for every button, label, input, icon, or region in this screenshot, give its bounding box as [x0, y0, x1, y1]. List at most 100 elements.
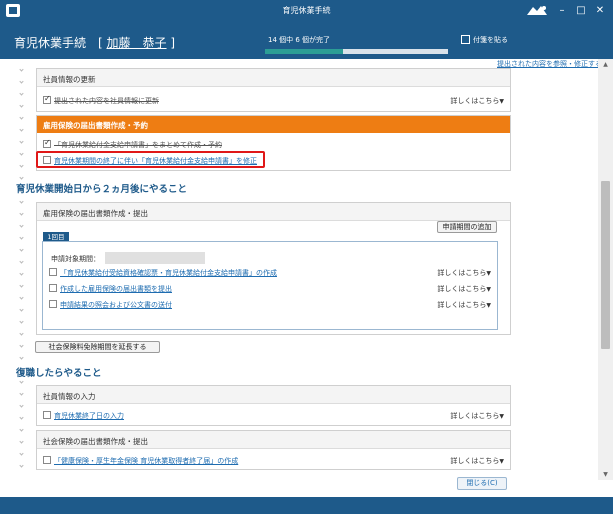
- sticky-note-label: 付箋を貼る: [473, 36, 508, 44]
- card-title: 社会保険の届出書類作成・提出: [37, 431, 510, 449]
- progress-text: 14 個中 6 個が完了: [268, 36, 331, 44]
- gutter-chevron-icon: [19, 427, 24, 432]
- period-panel: 申請対象期間： 「育児休業給付受給資格確認票・育児休業給付金支給申請書」の作成 …: [42, 241, 498, 330]
- task-checkbox[interactable]: [43, 456, 51, 464]
- task-checkbox[interactable]: [43, 94, 51, 104]
- card-title: 社員情報の入力: [37, 386, 510, 404]
- task-row[interactable]: 「育児休業給付金支給申請書」をまとめて作成・予約: [37, 136, 510, 152]
- window-footer: [0, 497, 613, 514]
- gutter-chevron-icon: [19, 115, 24, 120]
- task-label[interactable]: 「健康保険・厚生年金保険 育児休業取得者終了届」の作成: [54, 456, 238, 466]
- employee-name[interactable]: [ 加藤 恭子 ]: [98, 34, 175, 51]
- name-bracket-close: ]: [170, 36, 176, 50]
- task-row[interactable]: 「育児休業給付受給資格確認票・育児休業給付金支給申請書」の作成 詳しくはこちら: [43, 264, 497, 280]
- card-title: 社員情報の更新: [37, 69, 510, 87]
- task-row[interactable]: 育児休業終了日の入力 詳しくはこちら: [37, 407, 510, 423]
- gutter-chevron-icon: [19, 103, 24, 108]
- minimize-button[interactable]: –: [554, 3, 570, 18]
- gutter-chevron-icon: [19, 151, 24, 156]
- gutter-chevron-icon: [19, 259, 24, 264]
- procedure-header: 育児休業手続 [ 加藤 恭子 ] 14 個中 6 個が完了 付箋を貼る: [0, 22, 613, 59]
- progress-bar: [265, 49, 448, 54]
- gutter-chevron-icon: [19, 295, 24, 300]
- maximize-button[interactable]: □: [573, 3, 589, 18]
- progress-bar-fill: [265, 49, 344, 54]
- name-bracket-open: [: [98, 36, 103, 50]
- task-row[interactable]: 申請結果の照会および公文書の送付 詳しくはこちら: [43, 296, 497, 312]
- period-label: 申請対象期間：: [51, 255, 100, 263]
- gutter-chevron-icon: [19, 331, 24, 336]
- gutter-chevron-icon: [19, 127, 24, 132]
- task-label[interactable]: 「育児休業給付受給資格確認票・育児休業給付金支給申請書」の作成: [60, 268, 277, 278]
- view-submitted-link[interactable]: 提出された内容を参照・修正する: [497, 59, 602, 69]
- sticky-note-button[interactable]: 付箋を貼る: [461, 35, 508, 45]
- details-link[interactable]: 詳しくはこちら: [450, 456, 504, 466]
- window-title: 育児休業手続: [282, 6, 331, 15]
- add-period-button[interactable]: 申請期間の追加: [437, 221, 497, 233]
- gutter-chevron-icon: [19, 463, 24, 468]
- gutter-chevron-icon: [19, 175, 24, 180]
- card-title: 雇用保険の届出書類作成・予約: [37, 116, 510, 133]
- scroll-up-icon[interactable]: ▲: [598, 61, 613, 68]
- section-title: 復職したらやること: [16, 368, 102, 379]
- gutter-chevron-icon: [19, 319, 24, 324]
- scroll-down-icon[interactable]: ▼: [598, 471, 613, 478]
- employee-update-card: 社員情報の更新 提出された内容を社員情報に更新 詳しくはこちら: [36, 68, 511, 112]
- gutter-chevron-icon: [19, 211, 24, 216]
- gutter-chevron-icon: [19, 343, 24, 348]
- period-value: [105, 252, 205, 264]
- employee-name-link[interactable]: 加藤 恭子: [107, 36, 167, 50]
- gutter-chevron-icon: [19, 139, 24, 144]
- task-label[interactable]: 提出された内容を社員情報に更新: [54, 96, 159, 106]
- task-label[interactable]: 申請結果の照会および公文書の送付: [60, 300, 172, 310]
- details-link[interactable]: 詳しくはこちら: [450, 96, 504, 106]
- gutter-chevron-icon: [19, 307, 24, 312]
- task-row[interactable]: 提出された内容を社員情報に更新 詳しくはこちら: [37, 92, 510, 108]
- task-label[interactable]: 作成した雇用保険の届出書類を提出: [60, 284, 172, 294]
- gutter-chevron-icon: [19, 235, 24, 240]
- task-label[interactable]: 育児休業終了日の入力: [54, 411, 124, 421]
- close-window-button[interactable]: ✕: [592, 3, 608, 18]
- gutter-chevron-icon: [19, 67, 24, 72]
- extend-exemption-button[interactable]: 社会保険料免除期間を延長する: [35, 341, 160, 353]
- highlight-box: [36, 151, 265, 168]
- details-link[interactable]: 詳しくはこちら: [437, 300, 491, 310]
- gutter-chevron-icon: [19, 415, 24, 420]
- gutter-chevron-icon: [19, 247, 24, 252]
- task-checkbox[interactable]: [49, 300, 57, 308]
- section-title: 育児休業開始日から２ヵ月後にやること: [16, 184, 188, 195]
- timeline-gutter: [18, 67, 24, 480]
- scroll-thumb[interactable]: [601, 181, 610, 349]
- gutter-chevron-icon: [19, 223, 24, 228]
- details-link[interactable]: 詳しくはこちら: [437, 284, 491, 294]
- task-checkbox[interactable]: [49, 268, 57, 276]
- task-checkbox[interactable]: [43, 411, 51, 419]
- gutter-chevron-icon: [19, 283, 24, 288]
- vertical-scrollbar[interactable]: ▲ ▼: [598, 59, 613, 480]
- gutter-chevron-icon: [19, 391, 24, 396]
- task-row[interactable]: 作成した雇用保険の届出書類を提出 詳しくはこちら: [43, 280, 497, 296]
- employee-input-card: 社員情報の入力 育児休業終了日の入力 詳しくはこちら: [36, 385, 511, 426]
- gutter-chevron-icon: [19, 403, 24, 408]
- gutter-chevron-icon: [19, 379, 24, 384]
- gutter-chevron-icon: [19, 79, 24, 84]
- gutter-chevron-icon: [19, 163, 24, 168]
- task-checkbox[interactable]: [43, 138, 51, 148]
- page-title: 育児休業手続: [14, 36, 87, 50]
- gutter-chevron-icon: [19, 451, 24, 456]
- social-insurance-card: 社会保険の届出書類作成・提出 「健康保険・厚生年金保険 育児休業取得者終了届」の…: [36, 430, 511, 470]
- close-button[interactable]: 閉じる(C): [457, 477, 507, 490]
- window-titlebar: 育児休業手続 – □ ✕: [0, 0, 613, 22]
- gutter-chevron-icon: [19, 271, 24, 276]
- task-row[interactable]: 「健康保険・厚生年金保険 育児休業取得者終了届」の作成 詳しくはこちら: [37, 452, 510, 468]
- sticky-note-icon: [461, 35, 470, 44]
- details-link[interactable]: 詳しくはこちら: [450, 411, 504, 421]
- task-checkbox[interactable]: [49, 284, 57, 292]
- gutter-chevron-icon: [19, 439, 24, 444]
- gutter-chevron-icon: [19, 91, 24, 96]
- task-label[interactable]: 「育児休業給付金支給申請書」をまとめて作成・予約: [54, 140, 222, 150]
- card-title: 雇用保険の届出書類作成・提出: [37, 203, 510, 221]
- details-link[interactable]: 詳しくはこちら: [437, 268, 491, 278]
- gutter-chevron-icon: [19, 355, 24, 360]
- gutter-chevron-icon: [19, 199, 24, 204]
